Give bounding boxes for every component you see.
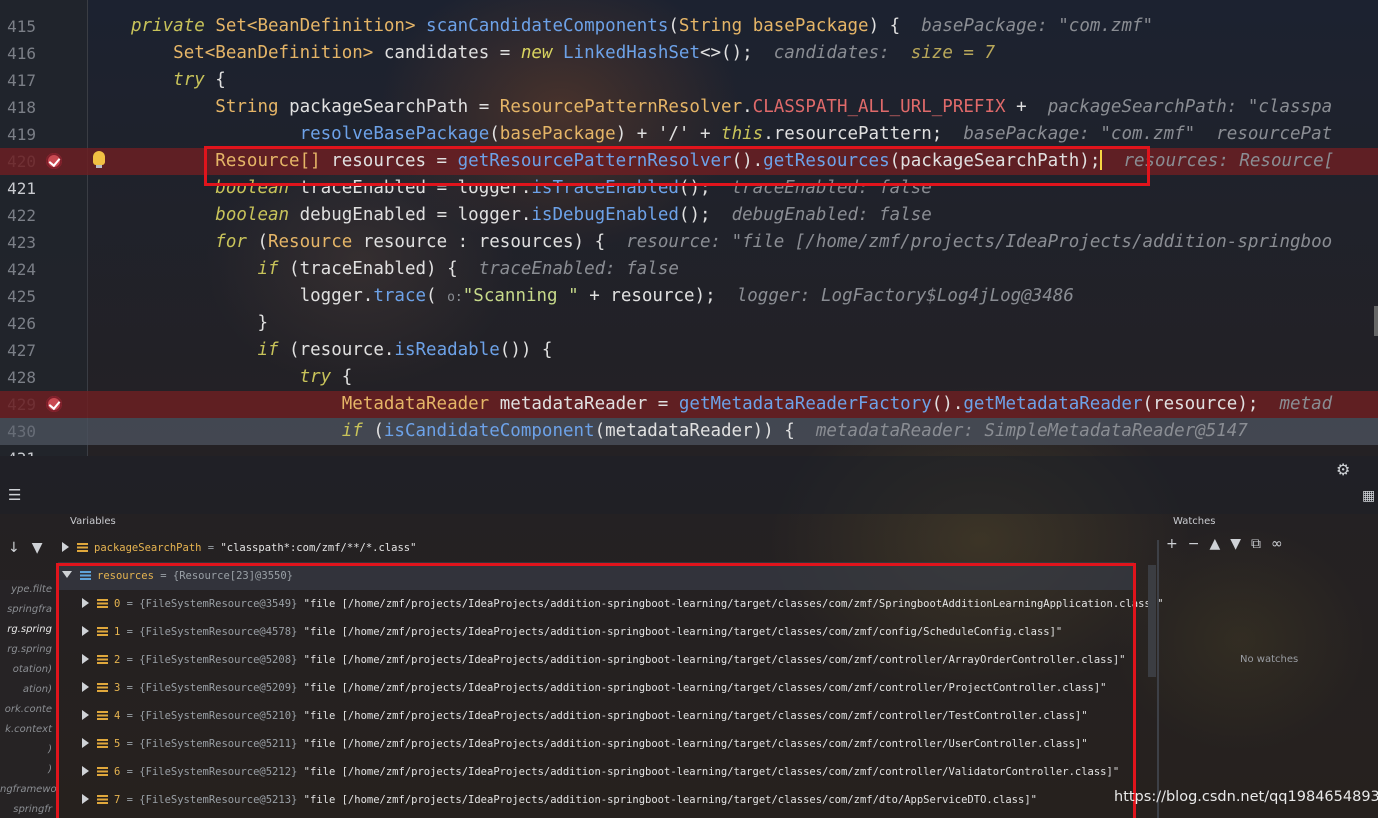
- frame-item[interactable]: rg.spring: [0, 620, 56, 640]
- code-line-execution-point[interactable]: 431 if (isCandidateComponent(metadataRea…: [0, 418, 1378, 456]
- frame-item[interactable]: ork.conte: [0, 700, 56, 720]
- inline-debug-hint: candidates:: [773, 43, 890, 63]
- glasses-icon[interactable]: ∞: [1271, 536, 1283, 552]
- inline-debug-hint: logger: LogFactory$Log4jLog@3486: [736, 286, 1074, 306]
- frame-item[interactable]: ype.filte: [0, 580, 56, 600]
- code-line[interactable]: 420 resolveBasePackage(basePackage) + '/…: [0, 121, 1378, 171]
- inline-debug-hint: traceEnabled: false: [478, 259, 679, 279]
- no-watches-label: No watches: [1240, 654, 1299, 665]
- watermark: https://blog.csdn.net/qq1984654893: [1114, 789, 1378, 805]
- frame-item[interactable]: springfra: [0, 600, 56, 620]
- inline-debug-hint: basePackage: "com.zmf": [921, 16, 1154, 36]
- code-line[interactable]: 428 if (resource.isReadable()) {: [0, 337, 1378, 387]
- frames-list[interactable]: ype.filte springfra rg.spring rg.spring …: [0, 580, 56, 818]
- frame-item[interactable]: rg.spring: [0, 640, 56, 660]
- expand-arrow-icon[interactable]: [62, 542, 69, 552]
- filter-icon[interactable]: ▼: [32, 540, 43, 556]
- frame-item[interactable]: ation): [0, 680, 56, 700]
- move-up-icon[interactable]: ▲: [1209, 536, 1220, 552]
- highlight-box-line-421: [204, 146, 1150, 186]
- frames-layout-icon[interactable]: ☰: [8, 486, 21, 504]
- code-line[interactable]: 423 boolean debugEnabled = logger.isDebu…: [0, 202, 1378, 252]
- code-line-breakpoint[interactable]: 430 MetadataReader metadataReader = getM…: [0, 391, 1378, 441]
- frame-item[interactable]: ngframewo: [0, 780, 56, 800]
- remove-watch-icon[interactable]: −: [1188, 536, 1200, 552]
- frame-item[interactable]: springfr: [0, 800, 56, 818]
- inline-debug-hint: metad: [1279, 394, 1333, 414]
- frame-item[interactable]: otation): [0, 660, 56, 680]
- code-line[interactable]: 415: [0, 0, 1378, 36]
- copy-icon[interactable]: ⧉: [1251, 536, 1261, 552]
- editor-scrollbar[interactable]: [1374, 306, 1378, 336]
- code-line[interactable]: 426 logger.trace( o:"Scanning " + resour…: [0, 283, 1378, 333]
- breakpoint-icon[interactable]: [46, 153, 62, 169]
- watches-panel-title: Watches: [1173, 516, 1216, 527]
- variables-scrollbar[interactable]: [1148, 565, 1156, 677]
- frames-toolbar: ↓ ▼: [8, 540, 55, 556]
- code-editor[interactable]: 415 416 private Set<BeanDefinition> scan…: [0, 0, 1378, 456]
- highlight-box-resources: [56, 563, 1136, 818]
- code-line[interactable]: 425 if (traceEnabled) { traceEnabled: fa…: [0, 256, 1378, 306]
- inline-debug-hint: basePackage: "com.zmf" resourcePat: [963, 124, 1333, 144]
- code-line[interactable]: 416 private Set<BeanDefinition> scanCand…: [0, 13, 1378, 63]
- code-line[interactable]: 417 Set<BeanDefinition> candidates = new…: [0, 40, 1378, 90]
- step-over-icon[interactable]: ↓: [8, 540, 20, 556]
- frame-item[interactable]: ): [0, 760, 56, 780]
- frame-item[interactable]: ): [0, 740, 56, 760]
- code-line[interactable]: 424 for (Resource resource : resources) …: [0, 229, 1378, 279]
- variable-row-packageSearchPath[interactable]: packageSearchPath = "classpath*:com/zmf/…: [62, 534, 1142, 562]
- debug-tool-window-header: ☰: [0, 456, 1378, 514]
- lightbulb-icon[interactable]: [93, 151, 105, 168]
- code-line[interactable]: 418 try {: [0, 67, 1378, 117]
- breakpoint-icon[interactable]: [46, 396, 62, 412]
- frame-item[interactable]: k.context: [0, 720, 56, 740]
- watches-toolbar: + − ▲ ▼ ⧉ ∞: [1166, 536, 1293, 552]
- inline-debug-hint: resource: "file [/home/zmf/projects/Idea…: [626, 232, 1333, 252]
- inline-debug-hint: resources: Resource[: [1123, 151, 1335, 171]
- move-down-icon[interactable]: ▼: [1230, 536, 1241, 552]
- add-watch-icon[interactable]: +: [1166, 536, 1178, 552]
- inline-debug-hint: metadataReader: SimpleMetadataReader@514…: [815, 421, 1248, 441]
- restore-layout-icon[interactable]: ▦: [1362, 488, 1375, 504]
- inline-debug-hint: packageSearchPath: "classpa: [1047, 97, 1333, 117]
- code-line[interactable]: 419 String packageSearchPath = ResourceP…: [0, 94, 1378, 144]
- variables-panel-title: Variables: [70, 516, 116, 527]
- code-line[interactable]: 429 try {: [0, 364, 1378, 414]
- code-line[interactable]: 427 }: [0, 310, 1378, 360]
- panel-divider[interactable]: [1157, 540, 1159, 818]
- field-icon: [77, 543, 88, 552]
- line-number: 431: [0, 445, 36, 456]
- gear-icon[interactable]: ⚙: [1336, 460, 1350, 479]
- inline-debug-hint: debugEnabled: false: [731, 205, 932, 225]
